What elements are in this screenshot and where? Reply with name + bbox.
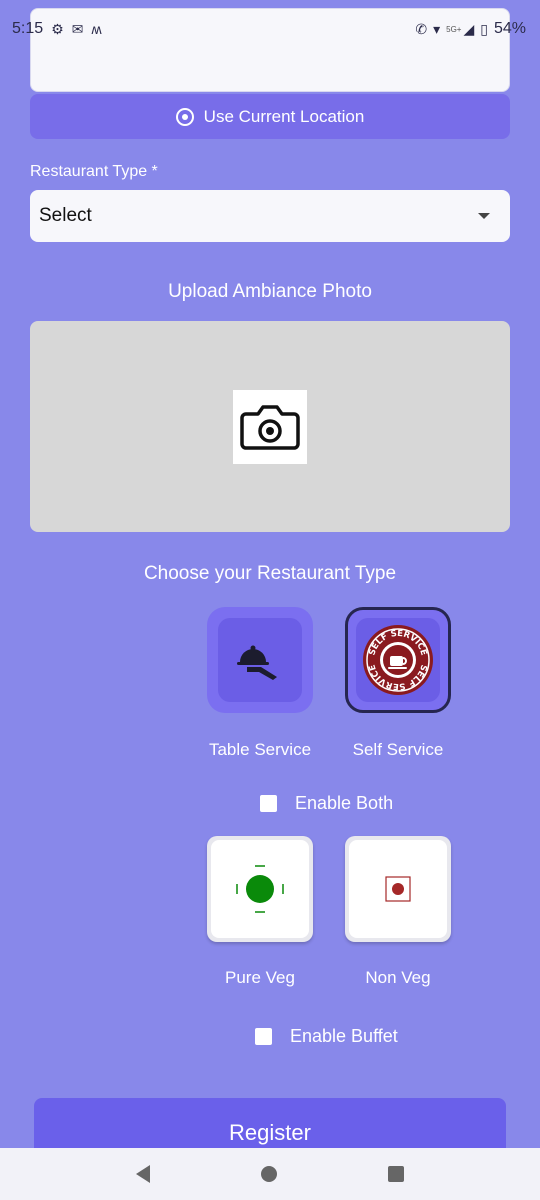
status-time: 5:15: [12, 20, 44, 37]
location-target-icon: [175, 107, 194, 126]
non-veg-symbol-icon: [385, 876, 411, 902]
restaurant-type-label: Restaurant Type *: [30, 163, 158, 180]
wifi-calling-icon: ✆: [415, 20, 428, 37]
back-icon[interactable]: [135, 1165, 150, 1183]
cloche-hand-icon: [237, 645, 277, 680]
table-service-card[interactable]: [207, 607, 313, 713]
enable-buffet-row[interactable]: Enable Buffet: [255, 1026, 398, 1047]
self-service-badge-icon: SELF SERVICE SELF SERVICE: [363, 625, 433, 695]
pure-veg-inner: [211, 840, 309, 938]
use-current-location-button[interactable]: Use Current Location: [30, 94, 510, 139]
pure-veg-card[interactable]: [207, 836, 313, 942]
self-service-inner: SELF SERVICE SELF SERVICE: [356, 618, 440, 702]
network-type: 5G+: [446, 24, 462, 34]
pure-veg-label: Pure Veg: [225, 968, 295, 987]
use-current-location-label: Use Current Location: [203, 106, 365, 126]
m-app-icon: ʍ: [91, 21, 102, 37]
enable-both-label: Enable Both: [295, 793, 394, 813]
non-veg-inner: [349, 840, 447, 938]
status-left: 5:15 ⚙ ✉ ʍ: [12, 20, 102, 38]
wifi-icon: ▾: [433, 20, 441, 37]
non-veg-card[interactable]: [345, 836, 451, 942]
camera-icon: [233, 389, 307, 464]
gmail-icon: ✉: [71, 20, 84, 37]
settings-icon: ⚙: [51, 20, 64, 37]
enable-both-row[interactable]: Enable Both: [260, 793, 393, 814]
non-veg-label: Non Veg: [365, 968, 431, 987]
battery-icon: ▯: [480, 20, 488, 37]
battery-percent: 54%: [493, 20, 526, 37]
dropdown-arrow-icon: [478, 213, 490, 219]
home-icon[interactable]: [260, 1166, 277, 1182]
upload-photo-title: Upload Ambiance Photo: [168, 281, 372, 302]
enable-buffet-label: Enable Buffet: [290, 1026, 398, 1046]
veg-symbol-icon: [236, 865, 284, 913]
photo-upload-area[interactable]: [30, 321, 510, 532]
signal-icon: ◢: [463, 20, 475, 37]
enable-buffet-checkbox[interactable]: [255, 1028, 272, 1045]
table-service-inner: [218, 618, 302, 702]
status-bar: 5:15 ⚙ ✉ ʍ ✆ ▾ 5G+ ◢ ▯ 54%: [0, 0, 540, 58]
restaurant-type-select[interactable]: Select: [30, 190, 510, 242]
service-type-title: Choose your Restaurant Type: [143, 563, 397, 584]
recents-icon[interactable]: [388, 1166, 405, 1182]
status-right: ✆ ▾ 5G+ ◢ ▯ 54%: [415, 20, 526, 38]
restaurant-type-value: Select: [39, 205, 92, 226]
self-service-card[interactable]: SELF SERVICE SELF SERVICE: [345, 607, 451, 713]
self-service-label: Self Service: [352, 740, 444, 759]
enable-both-checkbox[interactable]: [260, 795, 277, 812]
system-nav-bar: [0, 1148, 540, 1200]
table-service-label: Table Service: [208, 740, 312, 759]
